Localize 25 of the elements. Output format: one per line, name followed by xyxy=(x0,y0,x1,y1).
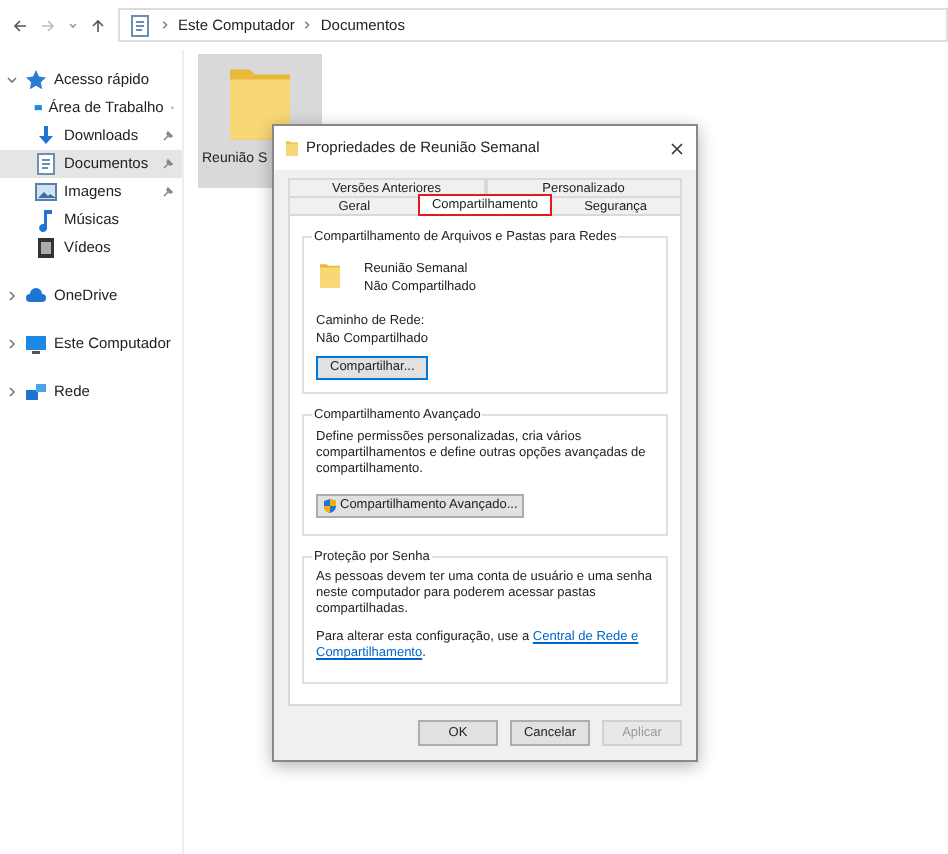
folder-icon xyxy=(320,259,340,290)
music-icon xyxy=(34,208,58,232)
pin-icon[interactable] xyxy=(162,186,174,198)
image-icon xyxy=(34,180,58,204)
pin-icon[interactable] xyxy=(162,158,174,170)
chevron-right-icon[interactable] xyxy=(6,290,18,302)
dropdown-caret-icon[interactable] xyxy=(68,20,78,30)
chevron-down-icon[interactable] xyxy=(6,74,18,86)
chevron-right-icon xyxy=(302,20,313,30)
document-icon xyxy=(34,152,58,176)
computer-icon xyxy=(24,332,48,356)
pin-icon[interactable] xyxy=(162,130,174,142)
video-icon xyxy=(34,236,58,260)
network-icon xyxy=(24,380,48,404)
shield-icon xyxy=(322,497,338,513)
close-icon xyxy=(669,141,683,155)
cloud-icon xyxy=(24,284,48,308)
chevron-right-icon[interactable] xyxy=(6,386,18,398)
chevron-right-icon xyxy=(160,20,170,30)
back-arrow-icon[interactable] xyxy=(12,17,28,33)
up-arrow-icon[interactable] xyxy=(90,17,106,33)
document-icon xyxy=(128,13,152,37)
chevron-right-icon[interactable] xyxy=(6,338,18,350)
download-icon xyxy=(34,124,58,148)
star-icon xyxy=(24,68,48,92)
